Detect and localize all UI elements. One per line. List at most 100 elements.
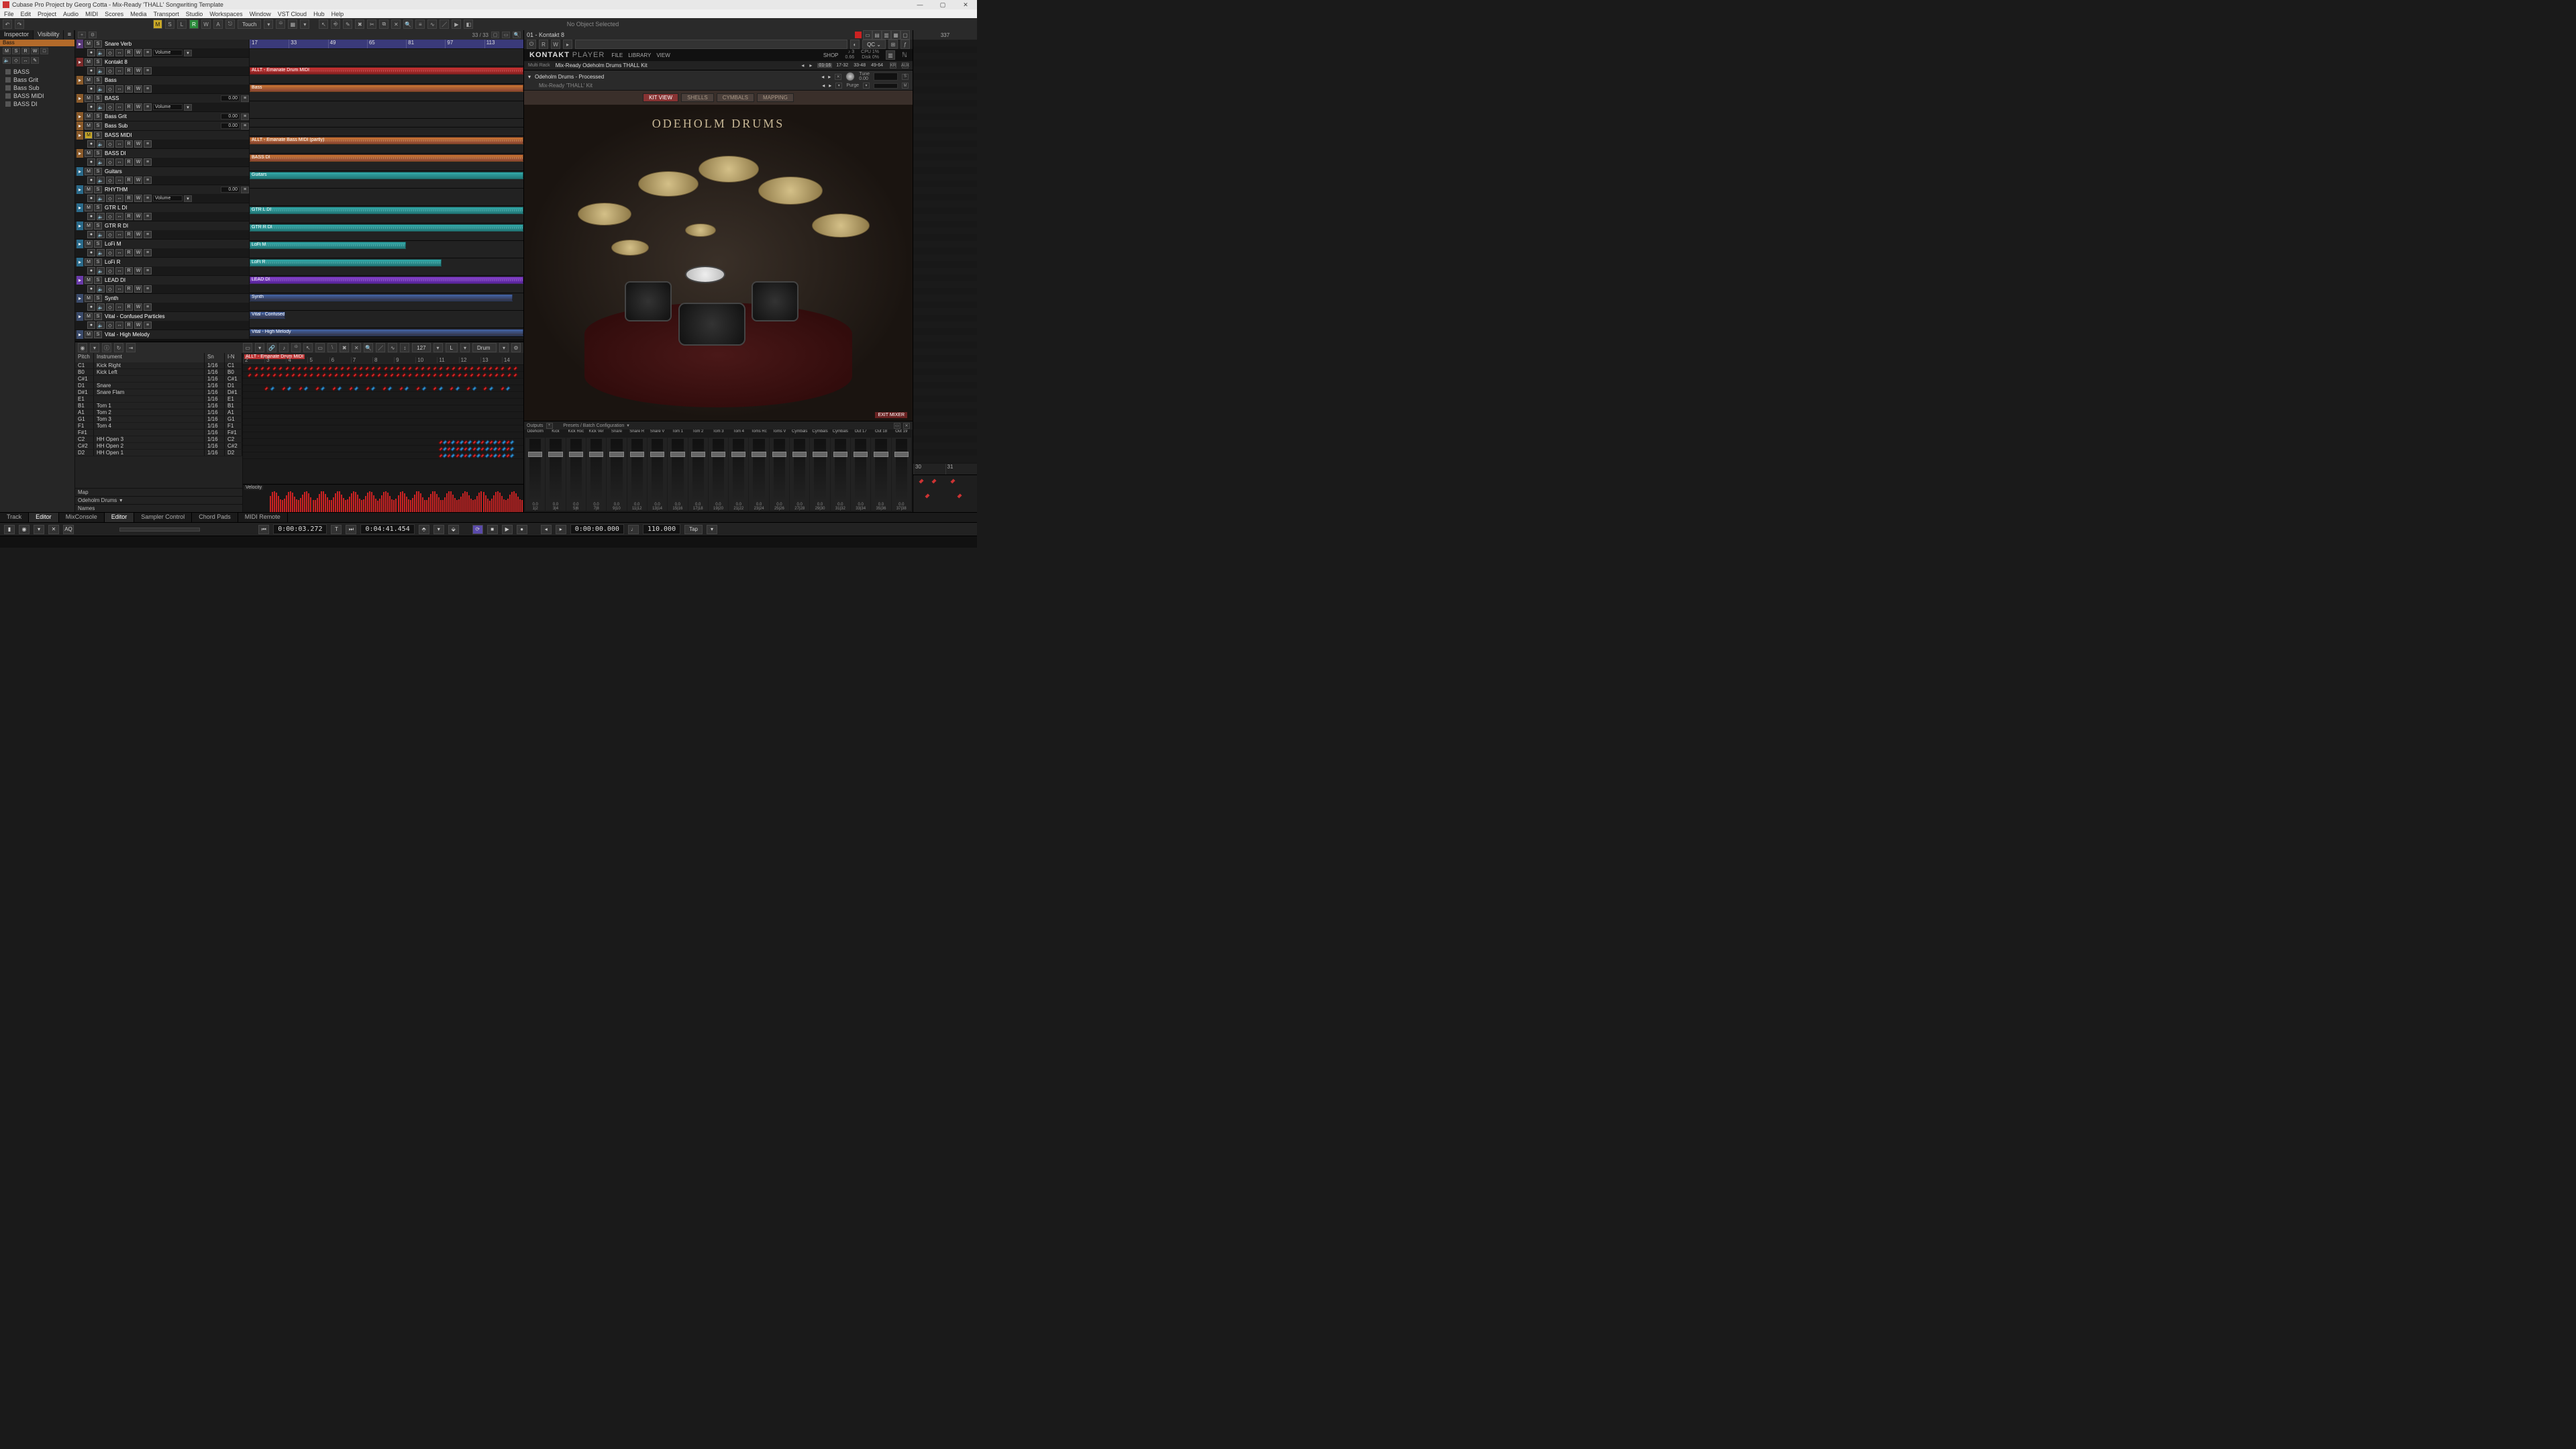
plugin-qc-button[interactable]: QC ⌄ [862, 40, 886, 49]
perf-meter-icon[interactable]: ▮ [4, 525, 15, 534]
track-sub-btn[interactable]: R [125, 321, 133, 329]
track-sub-btn[interactable]: ≡ [144, 140, 152, 148]
close-button[interactable]: ✕ [954, 1, 977, 9]
global-listen-button[interactable]: L [177, 19, 187, 29]
floor-tom-1[interactable] [625, 281, 672, 321]
overview-grid[interactable] [913, 40, 977, 464]
track-sub-btn[interactable]: R [125, 249, 133, 256]
punch-in-icon[interactable]: ⬘ [419, 525, 429, 534]
multi-name[interactable]: Mix-Ready Odeholm Drums THALL Kit [556, 62, 796, 68]
track-mute[interactable]: M [85, 122, 93, 130]
track-menu[interactable]: ≡ [241, 95, 249, 102]
track-sub-btn[interactable]: 🔈 [97, 158, 105, 166]
track-config-icon[interactable]: ⚙ [89, 32, 97, 38]
track-sub-btn[interactable]: ◇ [106, 213, 114, 220]
track-solo[interactable]: S [94, 95, 102, 102]
track-autom-select[interactable]: Volume [153, 195, 183, 201]
track-mute[interactable]: M [85, 58, 93, 66]
zoom-tool-ed[interactable]: 🔍 [364, 343, 373, 352]
goto-end-icon[interactable]: ⏭ [346, 525, 356, 534]
menu-project[interactable]: Project [38, 11, 56, 17]
lane[interactable] [250, 189, 523, 206]
track-sub-btn[interactable]: W [134, 177, 142, 184]
output-channel[interactable]: 0.027|28 [790, 438, 809, 511]
track-sub-btn[interactable]: ≡ [144, 85, 152, 93]
track-solo[interactable]: S [94, 313, 102, 320]
track-name[interactable]: BASS MIDI [103, 132, 249, 138]
ride-cymbal[interactable] [758, 177, 823, 205]
multi-page[interactable]: 33-48 [852, 63, 867, 68]
drum-col-header[interactable]: Sn [205, 353, 225, 362]
note-row[interactable] [243, 432, 523, 439]
channel-fader[interactable] [835, 439, 846, 501]
play-tool[interactable]: ▶ [452, 19, 461, 29]
track-mute[interactable]: M [85, 40, 93, 48]
lower-tab-track[interactable]: Track [0, 513, 29, 522]
menu-vst-cloud[interactable]: VST Cloud [278, 11, 307, 17]
kontakt-tab-shells[interactable]: SHELLS [681, 93, 714, 102]
track-sub-btn[interactable]: ↔ [115, 249, 123, 256]
menu-file[interactable]: File [4, 11, 14, 17]
drum-map-row[interactable]: E11/16E1 [75, 396, 242, 403]
shop-link[interactable]: SHOP [823, 52, 839, 58]
grid-dropdown[interactable]: ▾ [300, 19, 309, 29]
inspector-menu-icon[interactable]: ≡ [65, 30, 74, 40]
track-sub-btn[interactable]: R [125, 213, 133, 220]
inspector-btn-4[interactable]: □ [40, 48, 48, 54]
track-sub-btn[interactable]: ● [87, 140, 95, 148]
output-channel[interactable]: 0.037|38 [892, 438, 911, 511]
track-solo[interactable]: S [94, 222, 102, 230]
track-name[interactable]: Snare Verb [103, 41, 249, 47]
track-sub-btn[interactable]: ↔ [115, 213, 123, 220]
track-solo[interactable]: S [94, 122, 102, 130]
channel-fader[interactable] [692, 439, 704, 501]
rewind-button[interactable]: ◂ [541, 525, 552, 534]
note-row[interactable] [243, 412, 523, 419]
d1[interactable]: ▾ [255, 343, 264, 352]
track-sub-btn[interactable]: ● [87, 321, 95, 329]
warp-tool-ed[interactable]: ∿ [388, 343, 397, 352]
track-sub-btn[interactable]: 🔈 [97, 49, 105, 56]
tune-knob[interactable] [845, 72, 855, 81]
output-channel-name[interactable]: Odeholm [525, 430, 545, 436]
d2[interactable]: ▾ [433, 343, 443, 352]
track-sub-btn[interactable]: W [134, 231, 142, 238]
track-sub-btn[interactable]: ↔ [115, 158, 123, 166]
zoom-tool[interactable]: 🔍 [403, 19, 413, 29]
output-channel-name[interactable]: Snare V [648, 430, 667, 436]
channel-routing[interactable]: 33|34 [851, 507, 870, 511]
plugin-compare-icon[interactable]: ◐ [850, 40, 860, 49]
track-fold-icon[interactable]: ▸ [76, 294, 83, 303]
lower-tab-editor[interactable]: Editor [105, 513, 135, 522]
output-channel[interactable]: 0.033|34 [851, 438, 870, 511]
track-sub-btn[interactable]: ≡ [144, 303, 152, 311]
track-name[interactable]: Guitars [103, 168, 249, 174]
drum-map-row[interactable]: A1Tom 21/16A1 [75, 409, 242, 416]
plugin-pin-icon[interactable]: ⊞ [888, 40, 898, 49]
track-fold-icon[interactable]: ▸ [76, 94, 83, 103]
track-sub-btn[interactable]: ◇ [106, 249, 114, 256]
track-sub-btn[interactable]: W [134, 67, 142, 74]
output-channel-name[interactable]: Tom 2 [688, 430, 708, 436]
minimize-button[interactable]: — [909, 1, 931, 8]
kontakt-menu-file[interactable]: FILE [611, 52, 623, 58]
track-name[interactable]: Synth [103, 295, 249, 301]
output-channel[interactable]: 0.025|26 [770, 438, 789, 511]
channel-fader[interactable] [550, 439, 561, 501]
track-fold-icon[interactable]: ▸ [76, 185, 83, 194]
track-sub-btn[interactable]: W [134, 267, 142, 274]
channel-fader[interactable] [753, 439, 764, 501]
track-sub-btn[interactable]: W [134, 140, 142, 148]
track-sub-btn[interactable]: ● [87, 103, 95, 111]
snap-editor-icon[interactable]: ⯐ [291, 343, 301, 352]
autom-dd[interactable]: ▾ [184, 104, 192, 111]
track-sub-btn[interactable]: ◇ [106, 49, 114, 56]
track-fold-icon[interactable]: ▸ [76, 149, 83, 158]
tree-item[interactable]: Bass Grit [3, 76, 72, 84]
drum-editor-grid[interactable]: ALLT - Emanate Drum MIDI 234567891011121… [243, 353, 523, 512]
multi-page[interactable]: 49-64 [870, 63, 884, 68]
preset-menu[interactable]: ▾ [835, 83, 842, 89]
ruler-bar[interactable]: 49 [328, 40, 367, 48]
tree-item[interactable]: BASS DI [3, 100, 72, 108]
channel-fader[interactable] [570, 439, 582, 501]
